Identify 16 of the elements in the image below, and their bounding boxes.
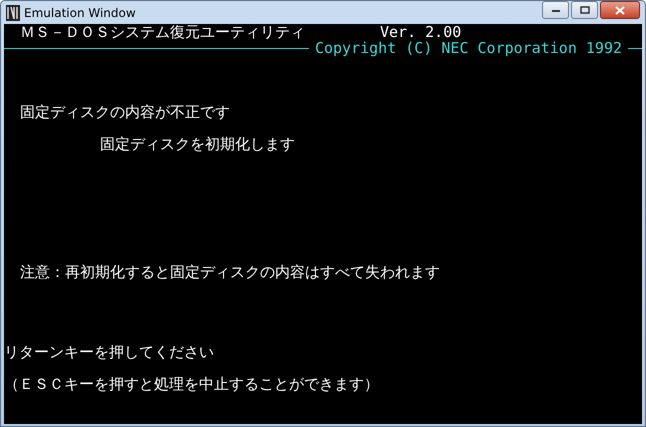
version-label: Ver. 2.00: [380, 24, 462, 40]
copyright-text: Copyright (C) NEC Corporation 1992: [314, 40, 623, 56]
message-text: 注意：再初期化すると固定ディスクの内容はすべて失われます: [20, 264, 441, 280]
close-icon: [615, 6, 625, 14]
minimize-button[interactable]: [542, 1, 569, 19]
window-title: Emulation Window: [24, 6, 136, 20]
app-icon: [6, 4, 20, 20]
close-button[interactable]: [600, 1, 640, 19]
utility-title: ＭＳ－ＤＯＳシステム復元ユーティリティ: [20, 24, 306, 40]
message-text: 固定ディスクを初期化します: [100, 136, 296, 152]
message-text: （ＥＳＣキーを押すと処理を中止することができます）: [4, 376, 380, 392]
maximize-button[interactable]: [571, 1, 598, 19]
message-text: 固定ディスクの内容が不正です: [20, 104, 231, 120]
minimize-icon: [550, 7, 560, 13]
message-text: リターンキーを押してください: [4, 344, 215, 360]
maximize-icon: [580, 6, 590, 14]
